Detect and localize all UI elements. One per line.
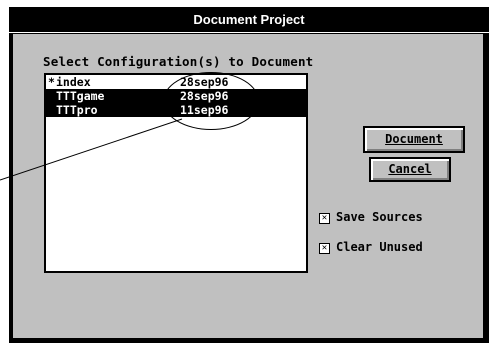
callout-pointer-line <box>0 118 183 181</box>
